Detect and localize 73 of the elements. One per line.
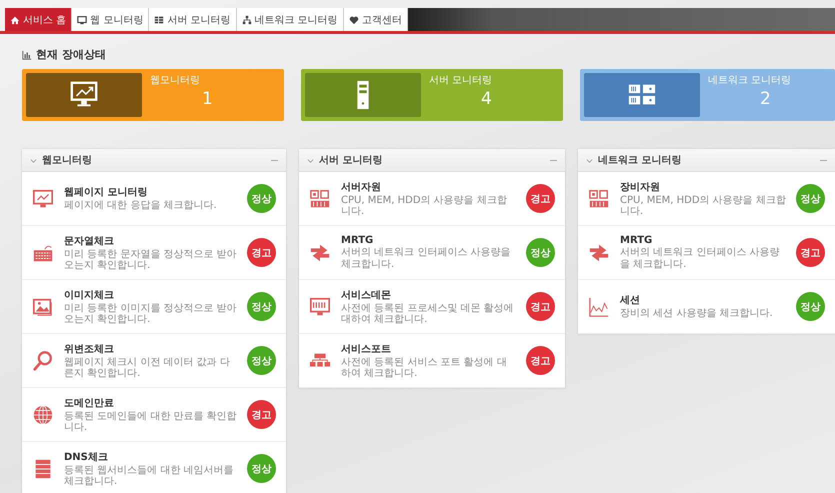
panel-title: 웹모니터링 bbox=[42, 154, 93, 167]
panel-title: 네트워크 모니터링 bbox=[598, 154, 682, 167]
chevron-icon bbox=[307, 156, 314, 164]
chevron-icon bbox=[586, 156, 593, 164]
status-badge: 경고 bbox=[526, 184, 555, 213]
item-title: 장비자원 bbox=[620, 180, 661, 194]
item-title: 문자열체크 bbox=[64, 234, 115, 248]
item-description: CPU, MEM, HDD의 사용량을 체크합니다. bbox=[341, 194, 508, 218]
status-badge: 정상 bbox=[796, 292, 825, 321]
monitor-icon bbox=[77, 14, 88, 24]
nav-tab[interactable]: 서버 모니터링 bbox=[149, 8, 237, 31]
status-badge: 정상 bbox=[796, 184, 825, 213]
minimize-icon bbox=[271, 158, 278, 162]
home-icon bbox=[10, 14, 20, 24]
status-badge: 경고 bbox=[526, 346, 555, 375]
card-title: 웹모니터링 bbox=[150, 74, 200, 87]
nav-tab[interactable]: 고객센터 bbox=[344, 8, 408, 31]
item-title: 도메인만료 bbox=[64, 396, 115, 410]
status-badge: 경고 bbox=[247, 238, 276, 267]
panel-title: 서버 모니터링 bbox=[319, 154, 384, 167]
item-title: MRTG bbox=[341, 235, 374, 246]
item-title: 세션 bbox=[620, 294, 641, 308]
line-chart-icon bbox=[588, 296, 610, 318]
item-title: 서비스포트 bbox=[341, 342, 392, 356]
item-title: 서버자원 bbox=[341, 180, 382, 194]
item-title: 서비스데몬 bbox=[341, 288, 392, 302]
item-title: 위변조체크 bbox=[64, 342, 115, 356]
item-description: 페이지에 대한 응답을 체크합니다. bbox=[64, 200, 218, 212]
item-description: 미리 등록한 문자열을 정상적으로 받아오는지 확인합니다. bbox=[64, 248, 237, 272]
item-title: 웹페이지 모니터링 bbox=[64, 186, 148, 200]
item-description: 서버의 네트워크 인터페이스 사용량을 체크합니다. bbox=[341, 247, 512, 270]
section-title: 현재 장애상태 bbox=[36, 47, 106, 62]
nav-tab[interactable]: 서비스 홈 bbox=[5, 8, 72, 31]
status-badge: 경고 bbox=[796, 238, 825, 267]
item-description: 서버의 네트워크 인터페이스 사용량을 체크합니다. bbox=[620, 247, 781, 270]
minimize-icon bbox=[820, 158, 827, 162]
bar-chart-icon bbox=[22, 50, 32, 60]
item-title: MRTG bbox=[620, 235, 654, 246]
status-badge: 정상 bbox=[247, 454, 276, 483]
item-title: 이미지체크 bbox=[64, 288, 115, 302]
network-icon bbox=[242, 14, 252, 24]
item-description: CPU, MEM, HDD의 사용량을 체크합니다. bbox=[620, 194, 786, 218]
status-badge: 경고 bbox=[247, 400, 276, 429]
failure-count: 1 bbox=[202, 89, 213, 109]
item-description: 사전에 등록된 프로세스및 데몬 활성에 대하여 체크합니다. bbox=[341, 302, 515, 326]
heart-icon bbox=[348, 14, 359, 24]
card-title: 서버 모니터링 bbox=[429, 74, 492, 87]
item-description: 웹페이지 체크시 이전 데이터 값과 다른지 확인합니다. bbox=[64, 356, 231, 380]
globe-icon bbox=[32, 404, 54, 426]
hardware-icon bbox=[309, 188, 331, 210]
item-description: 등록된 웹서비스들에 대한 네임서버를 체크합니다. bbox=[64, 464, 235, 488]
hardware-icon bbox=[588, 188, 610, 210]
chevron-icon bbox=[30, 156, 37, 164]
monitor-icon bbox=[309, 296, 331, 318]
search-icon bbox=[32, 350, 54, 372]
item-description: 사전에 등록된 서비스 포트 활성에 대하여 체크합니다. bbox=[341, 356, 508, 380]
monitor-chart-icon bbox=[32, 188, 54, 210]
item-description: 등록된 도메인들에 대한 만료를 확인합니다. bbox=[64, 410, 237, 434]
minimize-icon bbox=[550, 158, 557, 162]
card-title: 네트워크 모니터링 bbox=[708, 74, 792, 87]
nav-tab[interactable]: 네트워크 모니터링 bbox=[236, 8, 344, 31]
item-description: 미리 등록한 이미지를 정상적으로 받아오는지 확인합니다. bbox=[64, 302, 237, 326]
status-badge: 정상 bbox=[247, 184, 276, 213]
status-badge: 정상 bbox=[526, 238, 555, 267]
status-badge: 경고 bbox=[526, 292, 555, 321]
item-title: DNS체크 bbox=[64, 450, 109, 464]
nav-tab[interactable]: 웹 모니터링 bbox=[72, 8, 150, 31]
status-badge: 정상 bbox=[247, 346, 276, 375]
item-description: 장비의 세션 사용량을 체크합니다. bbox=[620, 308, 774, 320]
failure-count: 4 bbox=[481, 89, 492, 109]
status-badge: 정상 bbox=[247, 292, 276, 321]
server-rack-icon bbox=[154, 14, 164, 24]
failure-count: 2 bbox=[760, 89, 771, 109]
